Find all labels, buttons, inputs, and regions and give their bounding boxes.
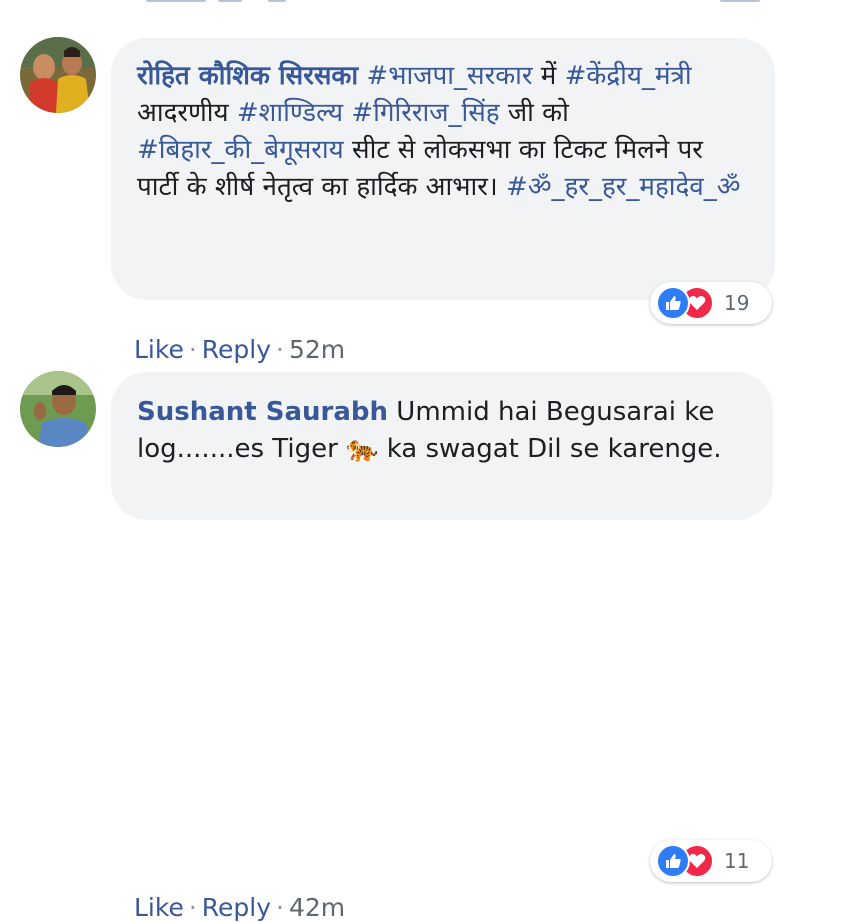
hashtag-link[interactable]: #बिहार_की_बेगूसराय xyxy=(137,135,344,165)
hashtag-link[interactable]: #भाजपा_सरकार xyxy=(366,61,532,91)
comment-body-text: में xyxy=(532,61,565,91)
like-link[interactable]: Like xyxy=(134,893,184,922)
previous-comment-remnant xyxy=(0,0,850,8)
comment-author[interactable]: रोहित कौशिक सिरसका xyxy=(137,61,358,91)
hashtag-link[interactable]: #ॐ_हर_हर_महादेव_ॐ xyxy=(506,172,740,202)
reaction-summary[interactable]: 19 xyxy=(650,282,772,324)
like-link[interactable]: Like xyxy=(134,335,184,364)
comment-actions: Like · Reply · 42m xyxy=(134,893,345,922)
like-icon xyxy=(656,844,690,878)
comment-body-text: जी को xyxy=(499,98,569,128)
comment-body-text: ka swagat Dil se karenge. xyxy=(378,434,722,464)
timestamp[interactable]: 52m xyxy=(289,335,345,364)
comment-text: रोहित कौशिक सिरसका #भाजपा_सरकार में #कें… xyxy=(137,58,751,206)
hashtag-link[interactable]: #गिरिराज_सिंह xyxy=(351,98,499,128)
comment-author[interactable]: Sushant Saurabh xyxy=(137,397,388,427)
reply-link[interactable]: Reply xyxy=(202,893,271,922)
like-icon xyxy=(656,286,690,320)
separator: · xyxy=(188,335,197,364)
avatar[interactable] xyxy=(20,37,96,113)
comment-body-text: आदरणीय xyxy=(137,98,237,128)
separator: · xyxy=(276,893,284,922)
avatar[interactable] xyxy=(20,371,96,447)
comment-bubble: Sushant Saurabh Ummid hai Begusarai ke l… xyxy=(111,372,773,520)
separator: · xyxy=(276,335,284,364)
comment-bubble: रोहित कौशिक सिरसका #भाजपा_सरकार में #कें… xyxy=(111,38,775,300)
comment-actions: Like · Reply · 52m xyxy=(134,335,345,364)
reaction-count: 19 xyxy=(724,291,750,315)
tiger-emoji: 🐅 xyxy=(346,434,379,464)
separator: · xyxy=(188,893,197,922)
reaction-summary[interactable]: 11 xyxy=(650,840,772,882)
timestamp[interactable]: 42m xyxy=(289,893,345,922)
comment-text: Sushant Saurabh Ummid hai Begusarai ke l… xyxy=(137,394,749,468)
hashtag-link[interactable]: #केंद्रीय_मंत्री xyxy=(565,61,692,91)
reply-link[interactable]: Reply xyxy=(202,335,271,364)
hashtag-link[interactable]: #शाण्डिल्य xyxy=(237,98,343,128)
reaction-count: 11 xyxy=(724,849,750,873)
